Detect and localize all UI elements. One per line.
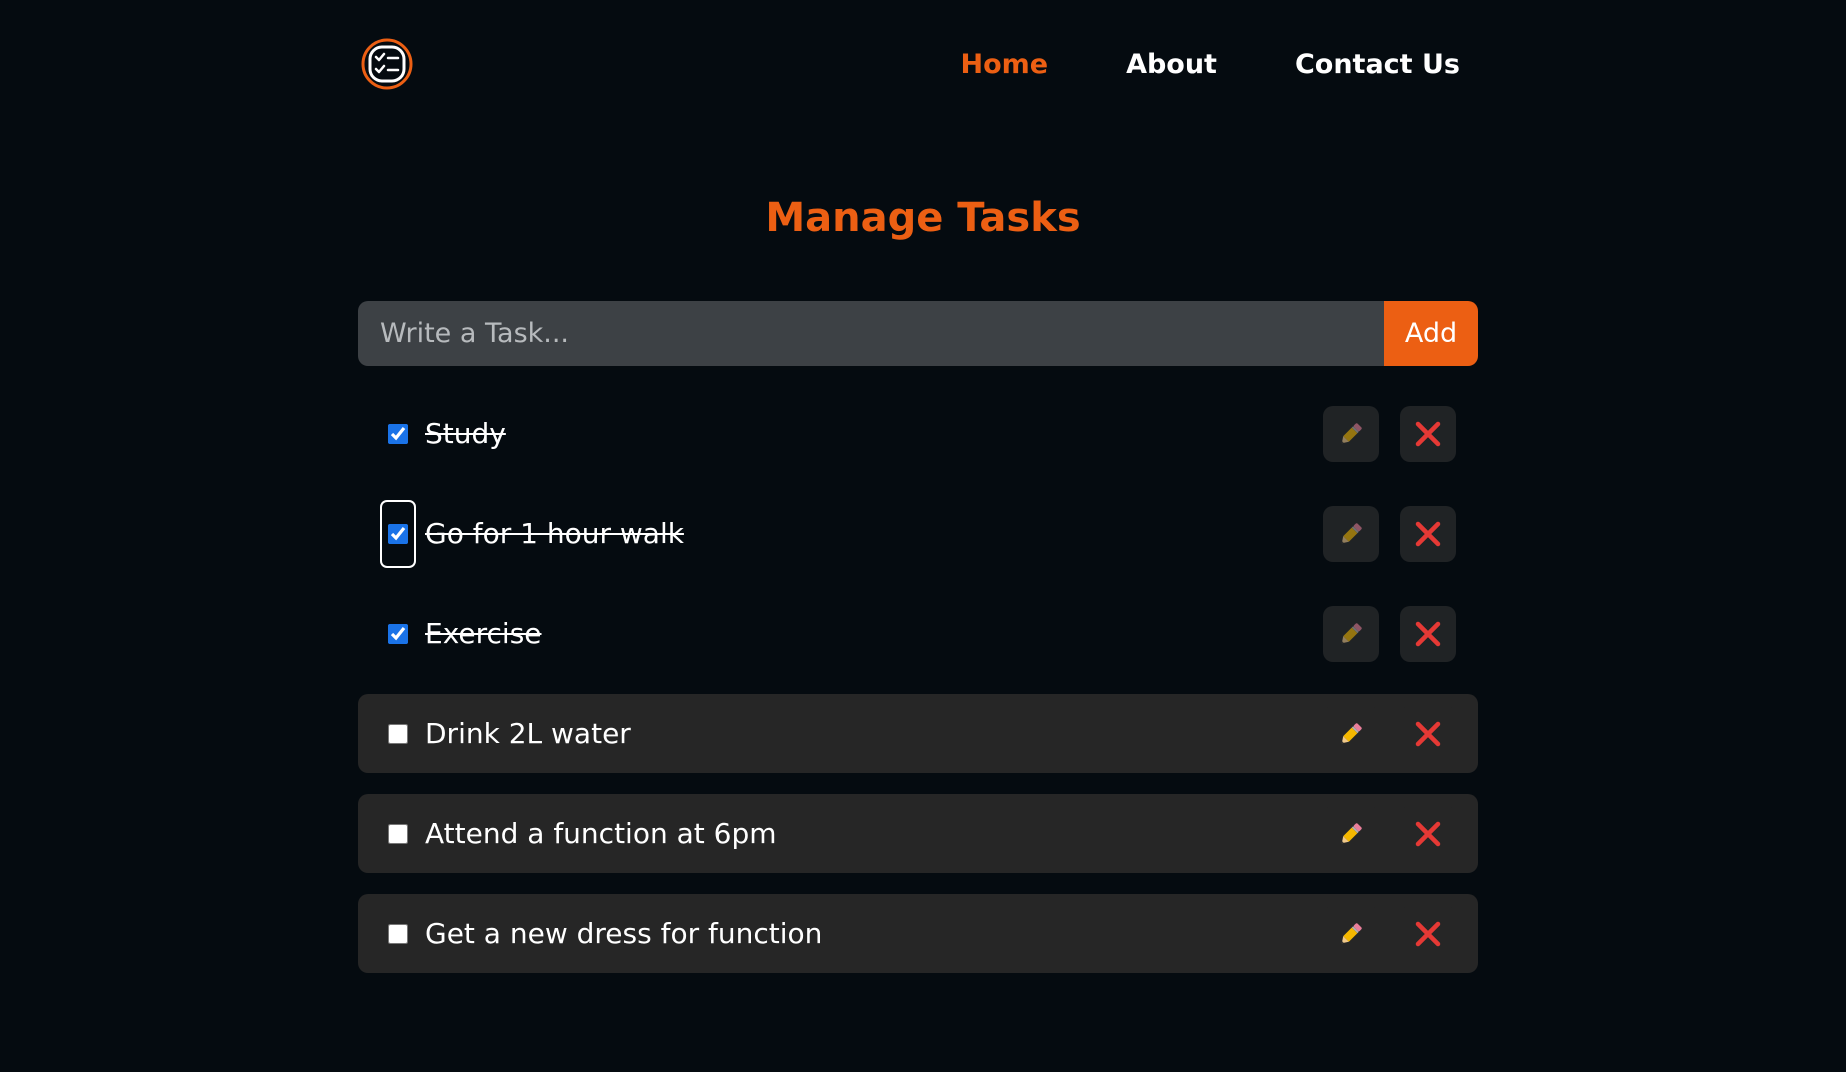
task-text: Drink 2L water	[425, 717, 631, 750]
delete-task-button[interactable]	[1400, 905, 1456, 962]
close-icon	[1415, 921, 1441, 946]
task-checkbox[interactable]	[388, 423, 408, 444]
pencil-icon	[1341, 522, 1362, 543]
close-icon	[1415, 821, 1441, 846]
task-input[interactable]	[358, 301, 1384, 366]
pencil-icon	[1341, 822, 1362, 843]
edit-task-button[interactable]	[1323, 805, 1379, 862]
nav-link-home[interactable]: Home	[940, 39, 1068, 90]
task-item: Attend a function at 6pm	[358, 794, 1478, 873]
delete-task-button[interactable]	[1400, 705, 1456, 762]
task-checkbox-wrapper	[380, 800, 416, 868]
navbar: Home About Contact Us	[358, 30, 1480, 98]
page: Home About Contact Us Manage Tasks Add S…	[0, 0, 1846, 1072]
task-item: Go for 1 hour walk	[358, 494, 1478, 573]
nav-link-contact-us[interactable]: Contact Us	[1275, 39, 1480, 90]
task-checkbox-wrapper	[380, 600, 416, 668]
delete-task-button[interactable]	[1400, 505, 1456, 562]
add-task-button[interactable]: Add	[1384, 301, 1478, 366]
nav-links: Home About Contact Us	[902, 39, 1480, 90]
task-checkbox-wrapper	[380, 700, 416, 768]
checklist-icon	[361, 38, 413, 90]
pencil-icon	[1341, 722, 1362, 743]
delete-task-button[interactable]	[1400, 805, 1456, 862]
task-item: Drink 2L water	[358, 694, 1478, 773]
nav-link-about[interactable]: About	[1106, 39, 1237, 90]
task-text: Attend a function at 6pm	[425, 817, 777, 850]
edit-task-button[interactable]	[1323, 705, 1379, 762]
task-text: Study	[425, 417, 506, 450]
task-checkbox-wrapper	[380, 499, 416, 568]
close-icon	[1415, 421, 1441, 446]
close-icon	[1415, 521, 1441, 546]
edit-task-button[interactable]	[1323, 905, 1379, 962]
page-title: Manage Tasks	[765, 195, 1081, 241]
task-checkbox[interactable]	[388, 923, 408, 944]
task-item: Exercise	[358, 594, 1478, 673]
task-item: Study	[358, 394, 1478, 473]
task-checkbox[interactable]	[388, 823, 408, 844]
delete-task-button[interactable]	[1400, 605, 1456, 662]
task-text: Get a new dress for function	[425, 917, 823, 950]
task-checkbox-wrapper	[380, 900, 416, 968]
add-task-form: Add	[358, 301, 1478, 366]
close-icon	[1415, 721, 1441, 746]
task-checkbox-wrapper	[380, 400, 416, 468]
close-icon	[1415, 621, 1441, 646]
delete-task-button[interactable]	[1400, 405, 1456, 462]
pencil-icon	[1341, 422, 1362, 443]
pencil-icon	[1341, 922, 1362, 943]
pencil-icon	[1341, 622, 1362, 643]
edit-task-button[interactable]	[1323, 405, 1379, 462]
task-checkbox[interactable]	[388, 523, 408, 544]
task-checkbox[interactable]	[388, 623, 408, 644]
task-checkbox[interactable]	[388, 723, 408, 744]
task-item: Get a new dress for function	[358, 894, 1478, 973]
task-text: Go for 1 hour walk	[425, 517, 684, 550]
task-text: Exercise	[425, 617, 542, 650]
edit-task-button[interactable]	[1323, 605, 1379, 662]
edit-task-button[interactable]	[1323, 505, 1379, 562]
task-list: Study Go for 1 hour walk Exercise Drink 2L …	[358, 394, 1478, 994]
logo[interactable]	[358, 35, 416, 93]
